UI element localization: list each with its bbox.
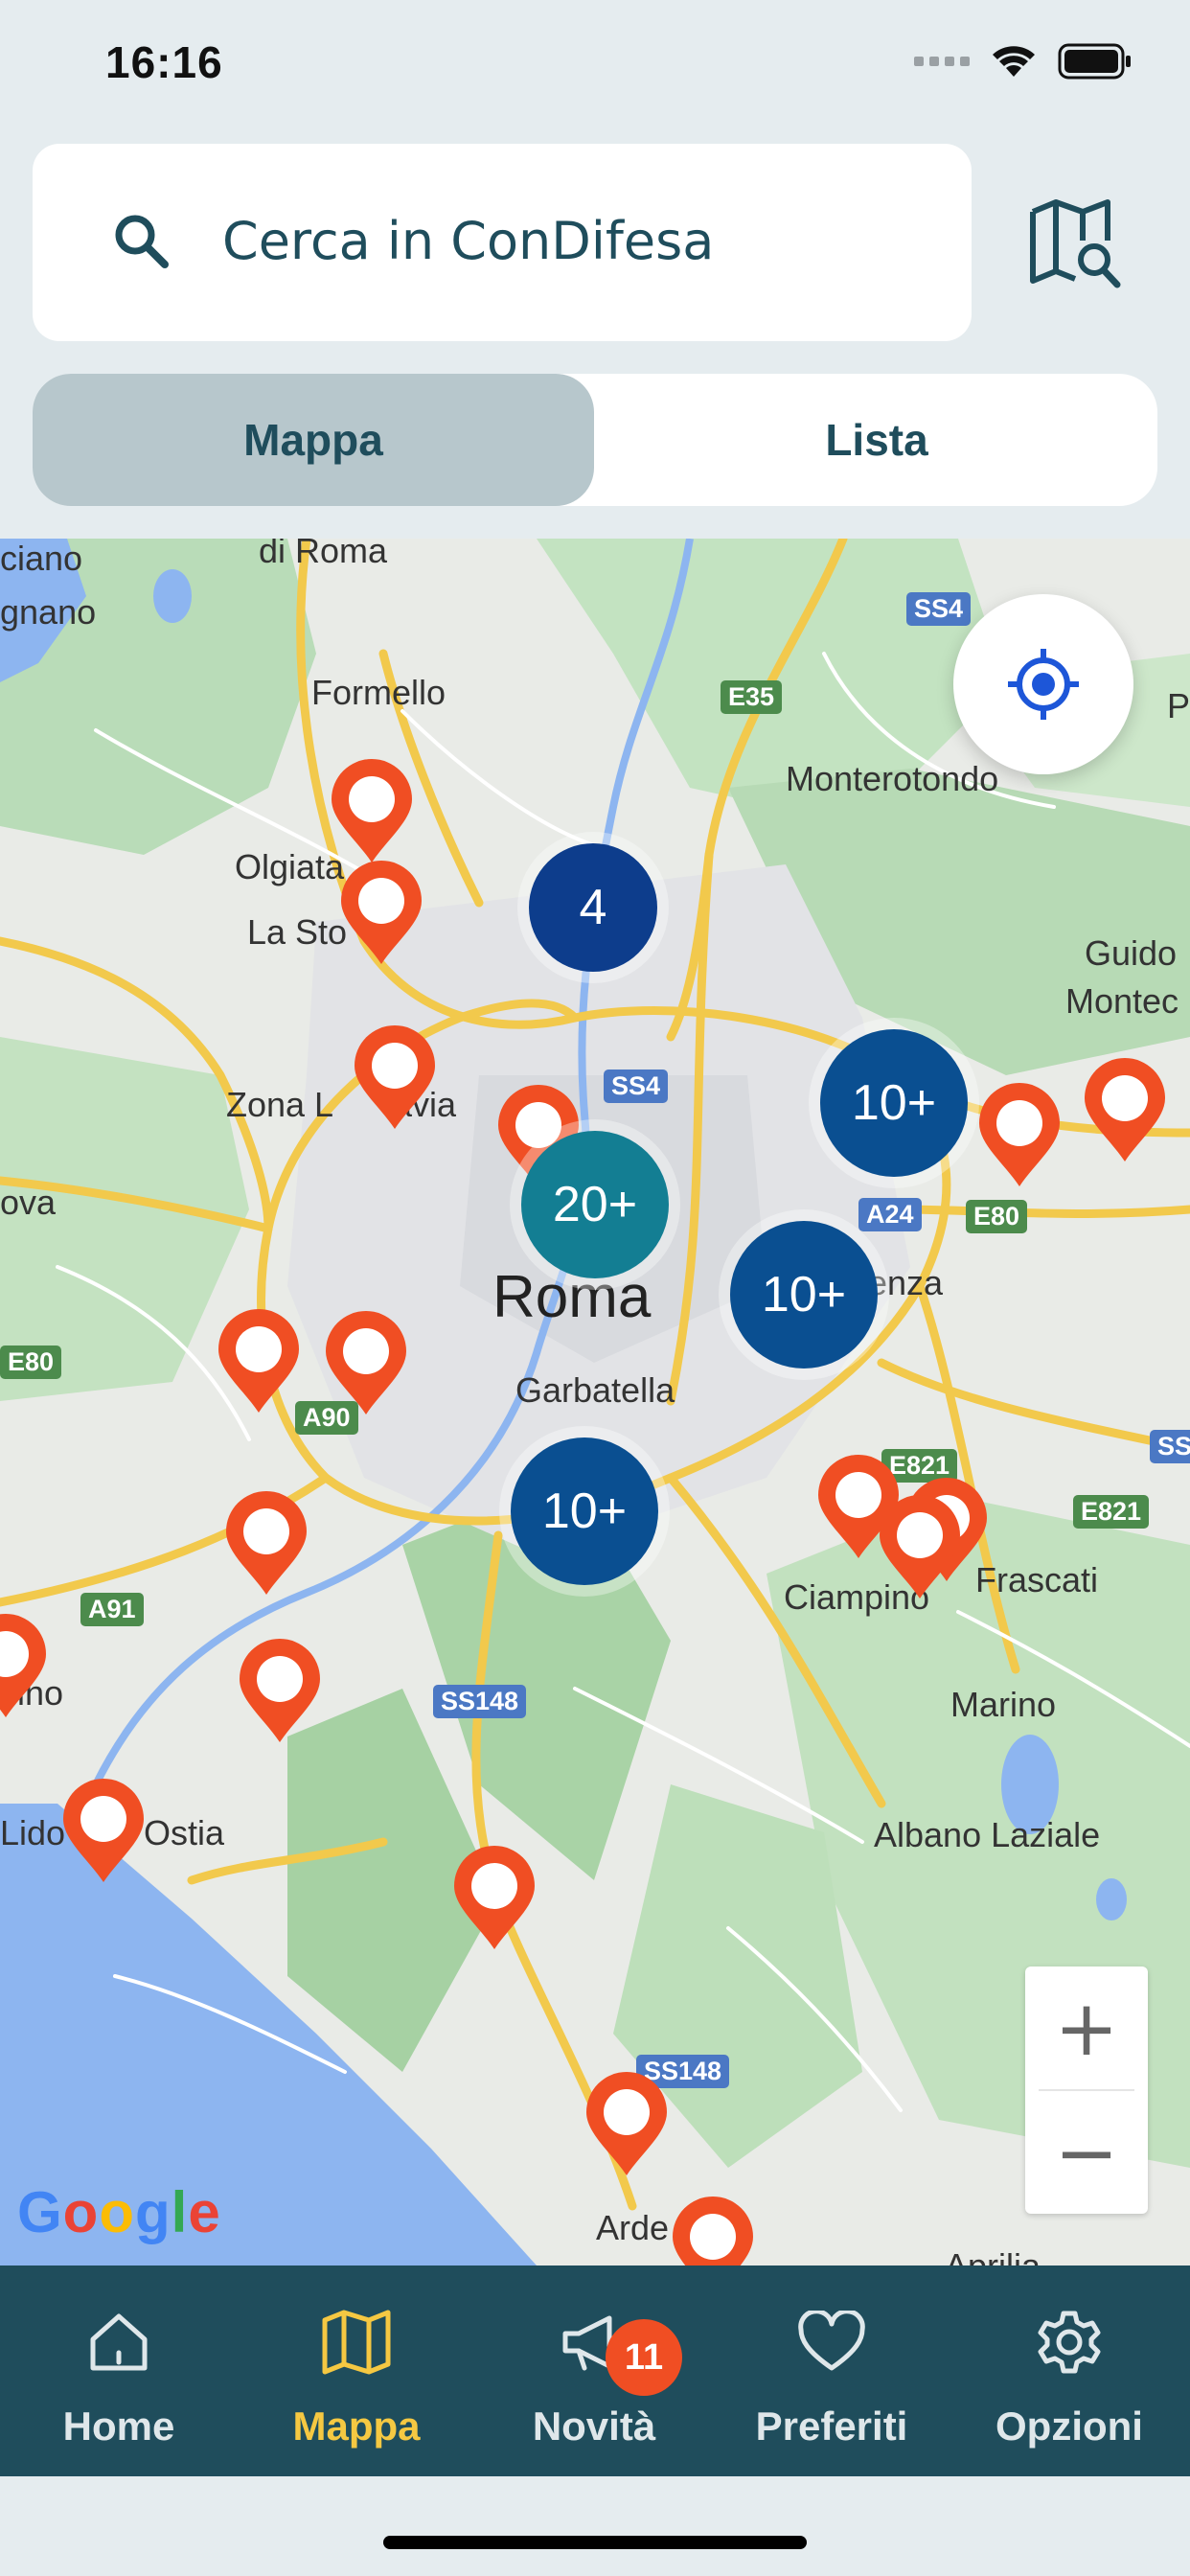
map-label: Montec bbox=[1065, 981, 1179, 1021]
tab-map[interactable]: Mappa bbox=[238, 2266, 475, 2476]
zoom-out-button[interactable]: − bbox=[1025, 2091, 1148, 2214]
location-pin[interactable] bbox=[215, 1307, 303, 1414]
road-shield: A24 bbox=[858, 1198, 922, 1231]
road-shield: E35 bbox=[721, 680, 783, 714]
map-label: enza bbox=[868, 1263, 944, 1302]
location-pin[interactable] bbox=[669, 2195, 757, 2266]
status-bar: 16:16 bbox=[0, 0, 1190, 134]
tab-label: Home bbox=[62, 2404, 175, 2449]
notification-badge: 11 bbox=[606, 2319, 682, 2396]
gear-icon bbox=[1035, 2304, 1104, 2380]
location-pin[interactable] bbox=[236, 1637, 324, 1744]
location-pin[interactable] bbox=[328, 757, 416, 864]
map-label: Garbatella bbox=[515, 1370, 675, 1410]
map-label: Arde bbox=[596, 2208, 670, 2247]
cluster-marker[interactable]: 10+ bbox=[511, 1438, 658, 1585]
road-shield: SS bbox=[1150, 1430, 1190, 1463]
tab-favorites[interactable]: Preferiti bbox=[713, 2266, 950, 2476]
map-search-icon[interactable] bbox=[1027, 196, 1123, 292]
location-pin[interactable] bbox=[583, 2070, 671, 2177]
search-bar[interactable] bbox=[33, 144, 972, 341]
map-label: Albano Laziale bbox=[874, 1815, 1101, 1854]
zoom-in-button[interactable]: + bbox=[1025, 1966, 1148, 2089]
tab-home[interactable]: Home bbox=[0, 2266, 238, 2476]
location-pin[interactable] bbox=[59, 1777, 148, 1884]
location-pin[interactable] bbox=[222, 1489, 310, 1597]
map-label: Aprilia bbox=[945, 2246, 1041, 2266]
location-pin[interactable] bbox=[975, 1081, 1064, 1188]
home-icon bbox=[85, 2304, 152, 2380]
road-shield: SS4 bbox=[604, 1070, 669, 1103]
search-input[interactable] bbox=[222, 211, 950, 271]
crosshair-icon bbox=[1008, 649, 1079, 720]
road-shield: SS4 bbox=[906, 592, 972, 626]
location-pin[interactable] bbox=[450, 1844, 538, 1951]
view-toggle: Mappa Lista bbox=[33, 374, 1157, 506]
map-label: Frascati bbox=[975, 1560, 1099, 1599]
cellular-signal-icon bbox=[914, 57, 970, 66]
bottom-tab-bar: Home Mappa Novità Preferiti Opzioni bbox=[0, 2266, 1190, 2476]
tab-map-view[interactable]: Mappa bbox=[33, 374, 594, 506]
map-label: P bbox=[1167, 686, 1190, 725]
tab-list-view[interactable]: Lista bbox=[596, 374, 1157, 506]
map-label: Guido bbox=[1085, 933, 1178, 973]
tab-label: Mappa bbox=[292, 2404, 421, 2449]
location-pin[interactable] bbox=[1081, 1056, 1169, 1163]
map-label: Lido bbox=[0, 1813, 66, 1852]
map-label: La Sto bbox=[247, 912, 348, 952]
tab-label: Novità bbox=[532, 2404, 656, 2449]
heart-icon bbox=[797, 2304, 866, 2380]
status-time: 16:16 bbox=[105, 37, 223, 87]
zoom-controls: + − bbox=[1025, 1966, 1148, 2214]
status-icons bbox=[914, 43, 1133, 80]
road-shield: A91 bbox=[80, 1593, 144, 1626]
location-pin[interactable] bbox=[351, 1024, 439, 1131]
location-pin[interactable] bbox=[876, 1493, 964, 1600]
my-location-button[interactable] bbox=[953, 594, 1133, 774]
google-logo: Google bbox=[17, 2180, 221, 2244]
map-label: Zona L bbox=[226, 1085, 334, 1124]
road-shield: E821 bbox=[1073, 1495, 1150, 1529]
tab-options[interactable]: Opzioni bbox=[950, 2266, 1188, 2476]
map-label: Formello bbox=[311, 673, 446, 712]
tab-label: Opzioni bbox=[995, 2404, 1143, 2449]
cluster-marker[interactable]: 4 bbox=[529, 843, 657, 972]
cluster-marker[interactable]: 10+ bbox=[730, 1221, 878, 1368]
map-icon bbox=[321, 2304, 392, 2380]
cluster-marker[interactable]: 10+ bbox=[820, 1029, 968, 1177]
search-icon bbox=[115, 215, 169, 268]
map-view[interactable]: di Roma ciano gnano Formello Olgiata La … bbox=[0, 539, 1190, 2266]
map-label: di Roma bbox=[259, 539, 388, 570]
map-label: ova bbox=[0, 1183, 57, 1222]
location-pin[interactable] bbox=[0, 1612, 50, 1719]
tab-label: Preferiti bbox=[755, 2404, 908, 2449]
map-label: Ostia bbox=[144, 1813, 225, 1852]
map-label: Monterotondo bbox=[786, 759, 999, 798]
location-pin[interactable] bbox=[337, 859, 425, 966]
home-indicator bbox=[383, 2536, 807, 2549]
road-shield: E80 bbox=[0, 1346, 62, 1379]
map-label: gnano bbox=[0, 592, 97, 632]
wifi-icon bbox=[993, 46, 1035, 77]
road-shield: E80 bbox=[966, 1200, 1028, 1233]
map-label: ciano bbox=[0, 539, 83, 578]
cluster-marker[interactable]: 20+ bbox=[521, 1131, 669, 1278]
map-label: Marino bbox=[950, 1685, 1057, 1724]
road-shield: SS148 bbox=[433, 1685, 527, 1718]
location-pin[interactable] bbox=[322, 1309, 410, 1416]
battery-icon bbox=[1058, 43, 1131, 80]
